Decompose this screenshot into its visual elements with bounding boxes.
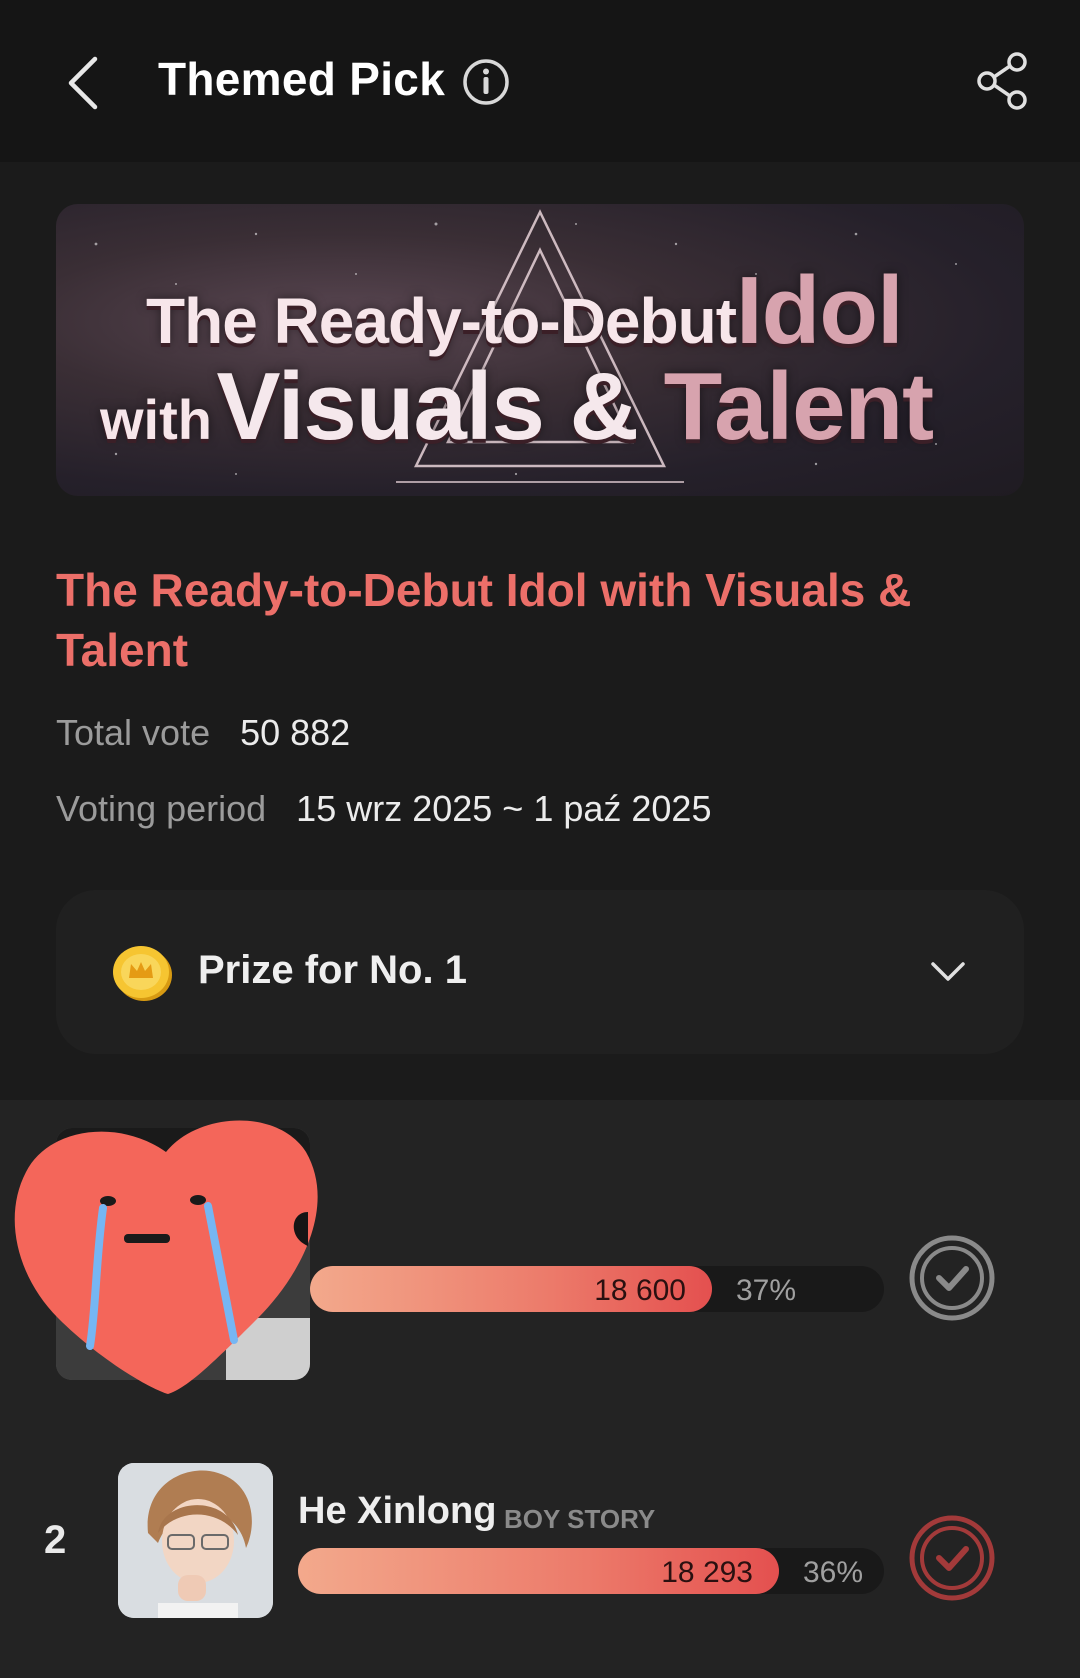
total-vote-value: 50 882 bbox=[240, 712, 351, 753]
voting-period-row: Voting period 15 wrz 2025 ~ 1 paź 2025 bbox=[56, 788, 711, 830]
total-vote-label: Total vote bbox=[56, 712, 211, 753]
chevron-down-icon bbox=[931, 962, 965, 981]
pick-banner: The Ready-to-DebutIdol with Visuals & Ta… bbox=[56, 204, 1024, 496]
voting-period-label: Voting period bbox=[56, 788, 267, 829]
pick-title: The Ready-to-Debut Idol with Visuals & T… bbox=[56, 564, 912, 676]
prize-label: Prize for No. 1 bbox=[198, 948, 467, 992]
banner-title-line2: with Visuals & Talent bbox=[100, 353, 934, 460]
vote-button[interactable] bbox=[908, 1234, 996, 1322]
prize-dropdown[interactable]: Prize for No. 1 bbox=[56, 890, 1024, 1054]
candidate-name: He Xinlong bbox=[298, 1490, 497, 1532]
share-button[interactable] bbox=[972, 50, 1034, 112]
vote-count: 18 600 bbox=[594, 1274, 686, 1307]
coin-crown-icon bbox=[113, 946, 172, 1001]
check-circle-icon bbox=[909, 1515, 995, 1601]
voting-period-value: 15 wrz 2025 ~ 1 paź 2025 bbox=[296, 788, 712, 829]
vote-percent: 36% bbox=[803, 1556, 864, 1589]
share-icon bbox=[977, 52, 1027, 110]
info-icon bbox=[463, 59, 509, 105]
rank-number: 2 bbox=[44, 1518, 67, 1562]
top-bar: Themed Pick bbox=[0, 0, 1080, 162]
check-circle-icon bbox=[909, 1235, 995, 1321]
vote-count: 18 293 bbox=[661, 1556, 753, 1589]
info-button[interactable] bbox=[462, 58, 510, 106]
banner-title-line1: The Ready-to-DebutIdol bbox=[146, 257, 904, 364]
chevron-left-icon bbox=[68, 56, 98, 110]
vote-button[interactable] bbox=[908, 1514, 996, 1602]
total-vote-row: Total vote 50 882 bbox=[56, 712, 350, 754]
vote-percent: 37% bbox=[736, 1274, 797, 1307]
candidate-group: BOY STORY bbox=[504, 1504, 656, 1534]
vote-bar: 18 600 37% bbox=[310, 1266, 884, 1312]
back-button[interactable] bbox=[56, 48, 108, 118]
candidate-photo[interactable] bbox=[118, 1463, 273, 1618]
crying-heart-sticker bbox=[14, 1120, 318, 1394]
page-title: Themed Pick bbox=[158, 53, 446, 105]
vote-bar: 18 293 36% bbox=[298, 1548, 884, 1594]
